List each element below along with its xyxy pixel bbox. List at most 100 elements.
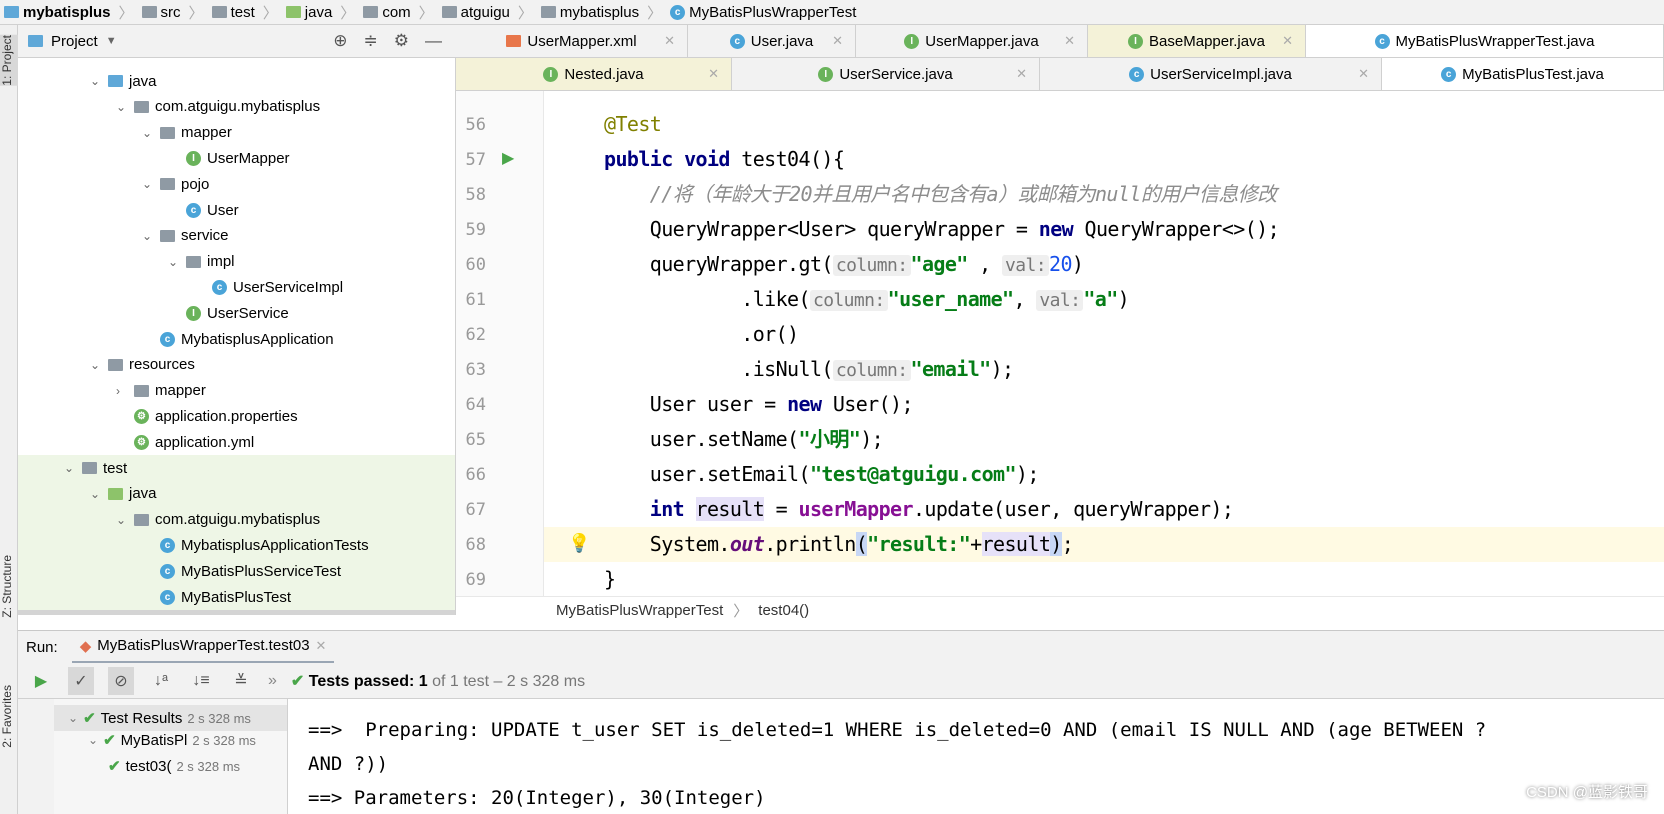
code-line[interactable]: queryWrapper.gt(column: "age" , val: 20) xyxy=(604,247,1084,282)
test-result-item[interactable]: ✔ test03(2 s 328 ms xyxy=(108,757,240,776)
tree-item[interactable]: c MybatisplusApplication xyxy=(142,326,334,352)
close-tab-icon[interactable]: ✕ xyxy=(664,33,675,49)
expand-arrow-icon[interactable]: ⌄ xyxy=(142,177,154,191)
tree-item[interactable]: I UserService xyxy=(168,300,289,326)
expand-arrow-icon[interactable]: ⌄ xyxy=(116,100,128,114)
gear-icon[interactable]: ⚙ xyxy=(394,31,409,51)
hide-icon[interactable]: — xyxy=(425,31,442,51)
close-tab-icon[interactable]: ✕ xyxy=(1016,66,1027,82)
code-line[interactable]: .or() xyxy=(604,317,799,352)
tree-item[interactable]: c UserServiceImpl xyxy=(194,274,343,300)
code-line[interactable]: } xyxy=(604,562,616,597)
expand-arrow-icon[interactable]: ⌄ xyxy=(88,733,98,747)
tree-item[interactable]: c MyBatisPlusTest xyxy=(142,584,291,610)
breadcrumb-item[interactable]: test 〉 xyxy=(211,2,282,23)
code-line[interactable]: System.out.println("result:"+result); xyxy=(604,527,1074,562)
run-test-icon[interactable]: ▶ xyxy=(502,148,514,168)
chevron-down-icon[interactable]: ▼ xyxy=(106,35,117,47)
expand-arrow-icon[interactable]: ⌄ xyxy=(142,229,154,243)
tree-item[interactable]: ⌄ java xyxy=(90,481,157,507)
expand-arrow-icon[interactable]: ⌄ xyxy=(64,461,76,475)
expand-arrow-icon[interactable]: ⌄ xyxy=(90,358,102,372)
editor-tab[interactable]: I BaseMapper.java ✕ xyxy=(1088,25,1306,57)
tree-item[interactable]: cMyBatisPlusWrapperTest xyxy=(142,610,348,615)
lightbulb-icon[interactable]: 💡 xyxy=(568,533,590,554)
code-line[interactable]: .like(column: "user_name", val: "a") xyxy=(604,282,1130,317)
sort-duration-icon[interactable]: ↓≡ xyxy=(188,667,214,695)
show-passed-icon[interactable]: ✓ xyxy=(68,666,94,695)
editor-tab[interactable]: I Nested.java ✕ xyxy=(456,58,732,90)
tree-item[interactable]: ⌄ service xyxy=(142,223,229,249)
editor-tab[interactable]: c MyBatisPlusTest.java xyxy=(1382,58,1664,90)
close-icon[interactable]: ✕ xyxy=(316,638,327,654)
code-line[interactable]: //将（年龄大于20并且用户名中包含有a）或邮箱为null的用户信息修改 xyxy=(604,177,1277,212)
code-line[interactable]: User user = new User(); xyxy=(604,387,914,422)
code-line[interactable]: QueryWrapper<User> queryWrapper = new Qu… xyxy=(604,212,1280,247)
tree-item[interactable]: ⌄ pojo xyxy=(142,171,209,197)
code-line[interactable]: @Test xyxy=(604,107,662,142)
tree-item[interactable]: ⚙ application.yml xyxy=(116,429,254,455)
tree-item[interactable]: ⌄ impl xyxy=(168,249,235,275)
tree-item[interactable]: ⌄ test xyxy=(64,455,127,481)
tree-item[interactable]: ⌄ com.atguigu.mybatisplus xyxy=(116,507,320,533)
editor-tab[interactable]: c User.java ✕ xyxy=(688,25,856,57)
breadcrumb-item[interactable]: atguigu 〉 xyxy=(441,2,537,23)
editor-tab[interactable]: c UserServiceImpl.java ✕ xyxy=(1040,58,1382,90)
close-tab-icon[interactable]: ✕ xyxy=(1282,33,1293,49)
tree-item[interactable]: ⌄ java xyxy=(90,68,157,94)
breadcrumb-item[interactable]: com 〉 xyxy=(363,2,437,23)
tree-item[interactable]: c User xyxy=(168,197,239,223)
editor-tab[interactable]: c MyBatisPlusWrapperTest.java xyxy=(1306,25,1664,57)
tree-item[interactable]: ⌄ mapper xyxy=(142,120,232,146)
code-line[interactable]: .isNull(column: "email"); xyxy=(604,352,1014,387)
more-icon[interactable]: » xyxy=(268,672,277,690)
expand-arrow-icon[interactable]: ⌄ xyxy=(168,255,180,269)
breadcrumb-item[interactable]: c MyBatisPlusWrapperTest xyxy=(670,4,856,21)
code-line[interactable]: public void test04(){ xyxy=(604,142,845,177)
breadcrumb-item[interactable]: mybatisplus 〉 xyxy=(540,2,666,23)
structure-tool-button[interactable]: Z: Structure xyxy=(0,555,18,618)
sort-alpha-icon[interactable]: ↓ᵃ xyxy=(148,667,174,695)
expand-arrow-icon[interactable]: ⌄ xyxy=(68,711,78,725)
breadcrumb-item[interactable]: java 〉 xyxy=(285,2,360,23)
editor-tab[interactable]: I UserMapper.java ✕ xyxy=(856,25,1088,57)
expand-arrow-icon[interactable]: ⌄ xyxy=(142,126,154,140)
project-tool-button[interactable]: 1: Project xyxy=(0,35,18,86)
rerun-icon[interactable]: ▶ xyxy=(28,667,54,695)
close-tab-icon[interactable]: ✕ xyxy=(708,66,719,82)
editor-tab[interactable]: I UserService.java ✕ xyxy=(732,58,1040,90)
favorites-tool-button[interactable]: 2: Favorites xyxy=(0,685,18,748)
code-editor[interactable]: 56 57 58 59 60 61 62 63 64 65 66 67 68 69 @Test ▶ publi… xyxy=(456,91,1664,611)
project-view-selector[interactable]: Project xyxy=(51,33,98,50)
close-tab-icon[interactable]: ✕ xyxy=(832,33,843,49)
tree-item[interactable]: I UserMapper xyxy=(168,145,290,171)
expand-arrow-icon[interactable]: ⌄ xyxy=(90,487,102,501)
locate-icon[interactable]: ⊕ xyxy=(333,31,347,51)
code-line[interactable]: user.setName("小明"); xyxy=(604,422,884,457)
code-line[interactable]: user.setEmail("test@atguigu.com"); xyxy=(604,457,1040,492)
tree-item[interactable]: c MybatisplusApplicationTests xyxy=(142,532,369,558)
crumb-method[interactable]: test04() xyxy=(758,602,809,619)
run-config-tab[interactable]: ◆ MyBatisPlusWrapperTest.test03 ✕ xyxy=(71,631,335,664)
tree-item[interactable]: c MyBatisPlusServiceTest xyxy=(142,558,341,584)
editor-tab[interactable]: UserMapper.xml ✕ xyxy=(456,25,688,57)
expand-all-icon[interactable]: ≚ xyxy=(228,667,254,695)
close-tab-icon[interactable]: ✕ xyxy=(1358,66,1369,82)
test-result-item[interactable]: ⌄ ✔ MyBatisPl 2 s 328 ms xyxy=(88,731,256,750)
code-line[interactable]: int result = userMapper.update(user, que… xyxy=(604,492,1234,527)
tree-item[interactable]: ⌄ resources xyxy=(90,352,195,378)
tree-item[interactable]: ⚙ application.properties xyxy=(116,403,298,429)
collapse-icon[interactable]: ≑ xyxy=(364,31,378,51)
tree-item[interactable]: ⌄ com.atguigu.mybatisplus xyxy=(116,94,320,120)
breadcrumb-item[interactable]: mybatisplus 〉 xyxy=(4,2,138,23)
close-tab-icon[interactable]: ✕ xyxy=(1064,33,1075,49)
console-output[interactable]: ==> Preparing: UPDATE t_user SET is_dele… xyxy=(288,699,1664,814)
breadcrumb-item[interactable]: src 〉 xyxy=(141,2,208,23)
expand-arrow-icon[interactable]: › xyxy=(116,384,128,398)
crumb-class[interactable]: MyBatisPlusWrapperTest xyxy=(556,602,723,619)
test-result-item[interactable]: ⌄ ✔ Test Results 2 s 328 ms xyxy=(54,705,287,731)
expand-arrow-icon[interactable]: ⌄ xyxy=(116,513,128,527)
show-ignored-icon[interactable]: ⊘ xyxy=(108,666,134,695)
expand-arrow-icon[interactable]: ⌄ xyxy=(90,74,102,88)
tree-item[interactable]: › mapper xyxy=(116,378,206,404)
